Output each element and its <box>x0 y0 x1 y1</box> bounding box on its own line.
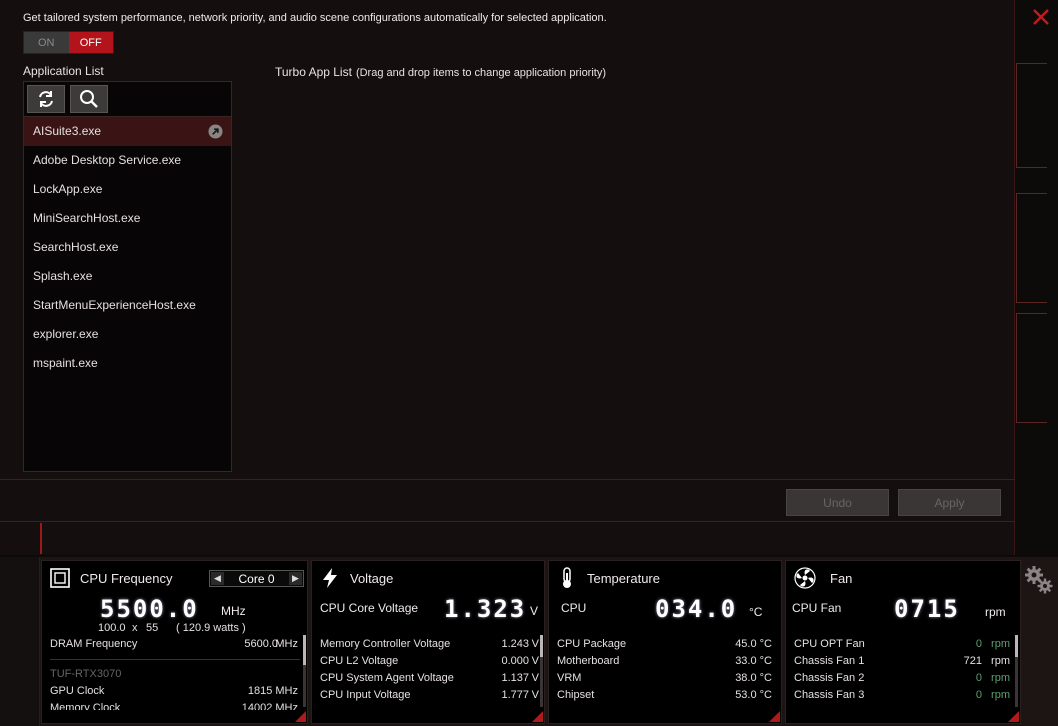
monitor-left-strip <box>0 557 40 726</box>
fan-title: Fan <box>830 571 853 586</box>
cpu-temperature-label: CPU <box>561 601 587 615</box>
gpu-name: TUF-RTX3070 <box>50 668 122 680</box>
cpu-frequency-panel[interactable]: CPU Frequency ◀ Core 0 ▶ 5500.0 MHz 100.… <box>41 560 308 724</box>
divider <box>0 521 1015 522</box>
clipped-row-container: Memory Clock 14002 MHz <box>42 702 304 710</box>
list-item[interactable]: Splash.exe <box>24 262 231 291</box>
toggle-on[interactable]: ON <box>24 32 69 53</box>
divider <box>0 479 1015 480</box>
list-item[interactable]: mspaint.exe <box>24 349 231 378</box>
cpu-core-voltage-value: 1.323 <box>444 595 527 623</box>
cpu-frequency-title: CPU Frequency <box>80 571 173 586</box>
side-tab[interactable] <box>1016 313 1047 423</box>
toggle-off[interactable]: OFF <box>68 32 113 53</box>
cpu-frequency-value: 5500.0 <box>100 595 199 623</box>
temperature-panel[interactable]: Temperature CPU 034.0 °C CPU Package 45.… <box>548 560 782 724</box>
undo-button[interactable]: Undo <box>786 489 889 516</box>
core-select-value: Core 0 <box>238 571 275 586</box>
gear-icon[interactable] <box>1024 565 1054 595</box>
description-text: Get tailored system performance, network… <box>23 12 607 24</box>
turbo-app-panel: Get tailored system performance, network… <box>0 0 1015 555</box>
cpu-frequency-unit: MHz <box>221 604 246 618</box>
turbo-app-toggle[interactable]: ON OFF <box>23 31 114 54</box>
expand-corner[interactable] <box>1008 711 1019 722</box>
list-item[interactable]: AISuite3.exe <box>24 117 231 146</box>
voltage-row: CPU Input Voltage 1.777 V <box>320 689 539 701</box>
voltage-row: CPU L2 Voltage 0.000 V <box>320 655 539 667</box>
cpu-temperature-value: 034.0 <box>655 595 738 623</box>
dram-frequency-row: DRAM Frequency 5600.0 MHz <box>50 638 298 650</box>
cpu-fan-value: 0715 <box>894 595 960 623</box>
temperature-row: Chipset 53.0 °C <box>557 689 772 701</box>
temperature-row: CPU Package 45.0 °C <box>557 638 772 650</box>
list-item[interactable]: SearchHost.exe <box>24 233 231 262</box>
cpu-temperature-unit: °C <box>749 605 763 619</box>
memory-clock-row: Memory Clock 14002 MHz <box>50 702 298 710</box>
fan-row: Chassis Fan 1 721 rpm <box>794 655 1010 667</box>
status-marker <box>40 523 42 554</box>
refresh-icon <box>39 91 53 107</box>
core-next-button[interactable]: ▶ <box>289 572 302 585</box>
temperature-row: Motherboard 33.0 °C <box>557 655 772 667</box>
refresh-button[interactable] <box>27 85 65 113</box>
voltage-row: CPU System Agent Voltage 1.137 V <box>320 672 539 684</box>
app-items: AISuite3.exe Adobe Desktop Service.exe L… <box>24 117 231 378</box>
side-tab[interactable] <box>1016 193 1047 303</box>
arrow-go-icon[interactable] <box>208 124 223 139</box>
list-item[interactable]: LockApp.exe <box>24 175 231 204</box>
voltage-title: Voltage <box>350 571 394 586</box>
cpu-fan-unit: rpm <box>985 605 1006 619</box>
side-tab[interactable] <box>1016 63 1047 168</box>
gpu-clock-row: GPU Clock 1815 MHz <box>50 685 298 697</box>
divider <box>50 659 300 660</box>
list-item[interactable]: StartMenuExperienceHost.exe <box>24 291 231 320</box>
scrollbar[interactable] <box>303 635 306 707</box>
temperature-row: VRM 38.0 °C <box>557 672 772 684</box>
search-button[interactable] <box>70 85 108 113</box>
turbo-app-list-hint: (Drag and drop items to change applicati… <box>355 67 607 79</box>
application-list-title: Application List <box>23 64 104 78</box>
core-select[interactable]: ◀ Core 0 ▶ <box>209 570 304 587</box>
fan-icon <box>794 567 816 589</box>
fan-row: Chassis Fan 2 0 rpm <box>794 672 1010 684</box>
close-icon[interactable] <box>1028 4 1054 30</box>
cpu-core-voltage-label: CPU Core Voltage <box>320 601 419 615</box>
expand-corner[interactable] <box>769 711 780 722</box>
voltage-panel[interactable]: Voltage CPU Core Voltage 1.323 V Memory … <box>311 560 545 724</box>
core-prev-button[interactable]: ◀ <box>211 572 224 585</box>
cpu-chip-icon <box>50 568 70 588</box>
fan-row: Chassis Fan 3 0 rpm <box>794 689 1010 701</box>
temperature-title: Temperature <box>587 571 660 586</box>
search-icon <box>80 90 98 108</box>
application-list-toolbar <box>24 82 231 117</box>
voltage-row: Memory Controller Voltage 1.243 V <box>320 638 539 650</box>
cpu-core-voltage-unit: V <box>530 604 539 618</box>
application-list: AISuite3.exe Adobe Desktop Service.exe L… <box>23 81 232 472</box>
turbo-app-list-title: Turbo App List (Drag and drop items to ch… <box>275 65 607 79</box>
thermometer-icon <box>563 567 571 588</box>
cpu-fan-label: CPU Fan <box>792 601 842 615</box>
list-item[interactable]: MiniSearchHost.exe <box>24 204 231 233</box>
scrollbar[interactable] <box>1015 635 1018 707</box>
list-item[interactable]: explorer.exe <box>24 320 231 349</box>
lightning-icon <box>323 568 337 588</box>
fan-panel[interactable]: Fan CPU Fan 0715 rpm CPU OPT Fan 0 rpm C… <box>785 560 1021 724</box>
expand-corner[interactable] <box>295 711 306 722</box>
apply-button[interactable]: Apply <box>898 489 1001 516</box>
expand-corner[interactable] <box>532 711 543 722</box>
hardware-monitor-bar: CPU Frequency ◀ Core 0 ▶ 5500.0 MHz 100.… <box>0 557 1058 726</box>
fan-row: CPU OPT Fan 0 rpm <box>794 638 1010 650</box>
list-item[interactable]: Adobe Desktop Service.exe <box>24 146 231 175</box>
scrollbar[interactable] <box>540 635 543 707</box>
